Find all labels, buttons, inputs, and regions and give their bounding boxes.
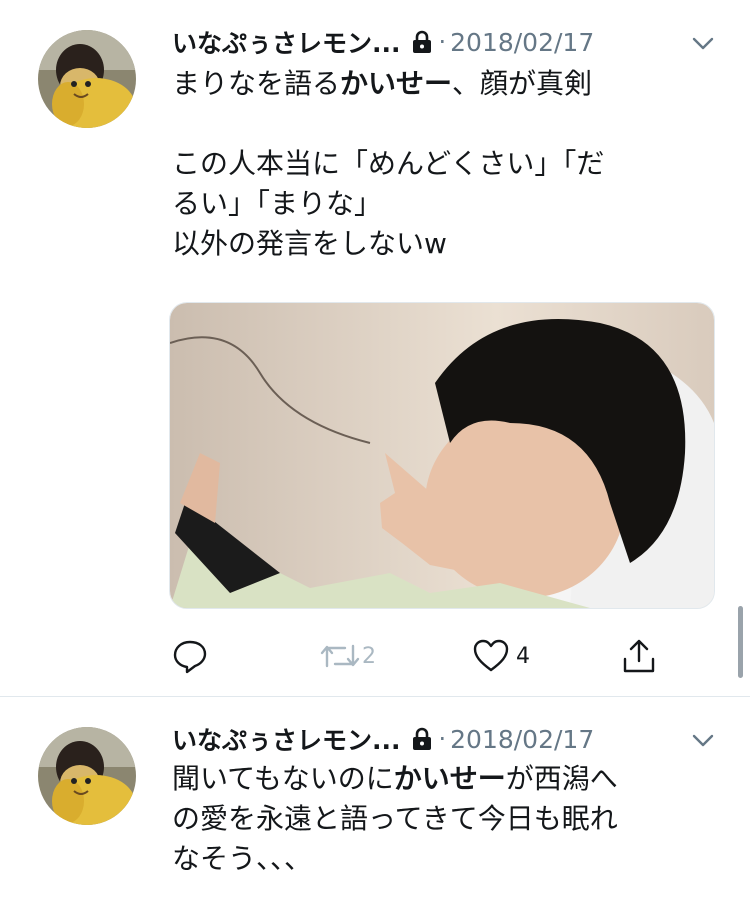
chevron-down-icon[interactable] (690, 34, 716, 54)
tweet-photo[interactable] (169, 302, 715, 609)
retweet-count: 2 (362, 643, 376, 669)
tweet-actions: 2 4 (0, 634, 750, 678)
mention-highlight: かいせー (340, 67, 453, 100)
tweet-text-line: この人本当に「めんどくさい」「だ (172, 147, 605, 180)
like-icon (473, 639, 509, 672)
separator-dot: · (438, 28, 447, 56)
separator-dot: · (438, 725, 447, 753)
retweet-button[interactable]: 2 (318, 634, 376, 678)
tweet-text: 聞いてもないのにかいせーが西潟へ の愛を永遠と語ってきて今日も眠れ なそう、、、 (172, 759, 712, 879)
lock-icon (412, 30, 431, 53)
share-button[interactable] (620, 634, 658, 678)
retweet-icon (320, 644, 360, 668)
tweet-text-line: 以外の発言をしないw (172, 227, 447, 260)
display-name[interactable]: いなぷぅさレモン... (172, 24, 401, 60)
tweet-header: いなぷぅさレモン... · 2018/02/17 (172, 719, 594, 759)
tweet-text-line: 聞いてもないのにかいせーが西潟へ (172, 762, 618, 795)
tweet-text-line: まりなを語るかいせー、顔が真剣 (172, 67, 593, 100)
tweet[interactable]: いなぷぅさレモン... · 2018/02/17 聞いてもないのにかいせーが西潟… (0, 697, 750, 909)
avatar[interactable] (38, 30, 136, 128)
tweet-text-line: るい」「まりな」 (172, 187, 383, 220)
like-count: 4 (516, 643, 530, 669)
scrollbar[interactable] (738, 606, 743, 678)
mention-highlight: かいせー (393, 762, 506, 795)
avatar[interactable] (38, 727, 136, 825)
tweet-date[interactable]: 2018/02/17 (450, 28, 594, 57)
like-button[interactable]: 4 (472, 634, 530, 678)
tweet-text-line: の愛を永遠と語ってきて今日も眠れ (172, 802, 618, 835)
tweet[interactable]: いなぷぅさレモン... · 2018/02/17 まりなを語るかいせー、顔が真剣… (0, 0, 750, 696)
reply-button[interactable] (172, 634, 208, 678)
reply-icon (173, 640, 207, 674)
display-name[interactable]: いなぷぅさレモン... (172, 721, 401, 757)
tweet-header: いなぷぅさレモン... · 2018/02/17 (172, 22, 594, 62)
share-icon (623, 639, 655, 673)
chevron-down-icon[interactable] (690, 731, 716, 751)
tweet-text-line: なそう、、、 (172, 842, 313, 875)
tweet-text: まりなを語るかいせー、顔が真剣 この人本当に「めんどくさい」「だ るい」「まりな… (172, 64, 712, 264)
lock-icon (412, 727, 431, 750)
tweet-date[interactable]: 2018/02/17 (450, 725, 594, 754)
